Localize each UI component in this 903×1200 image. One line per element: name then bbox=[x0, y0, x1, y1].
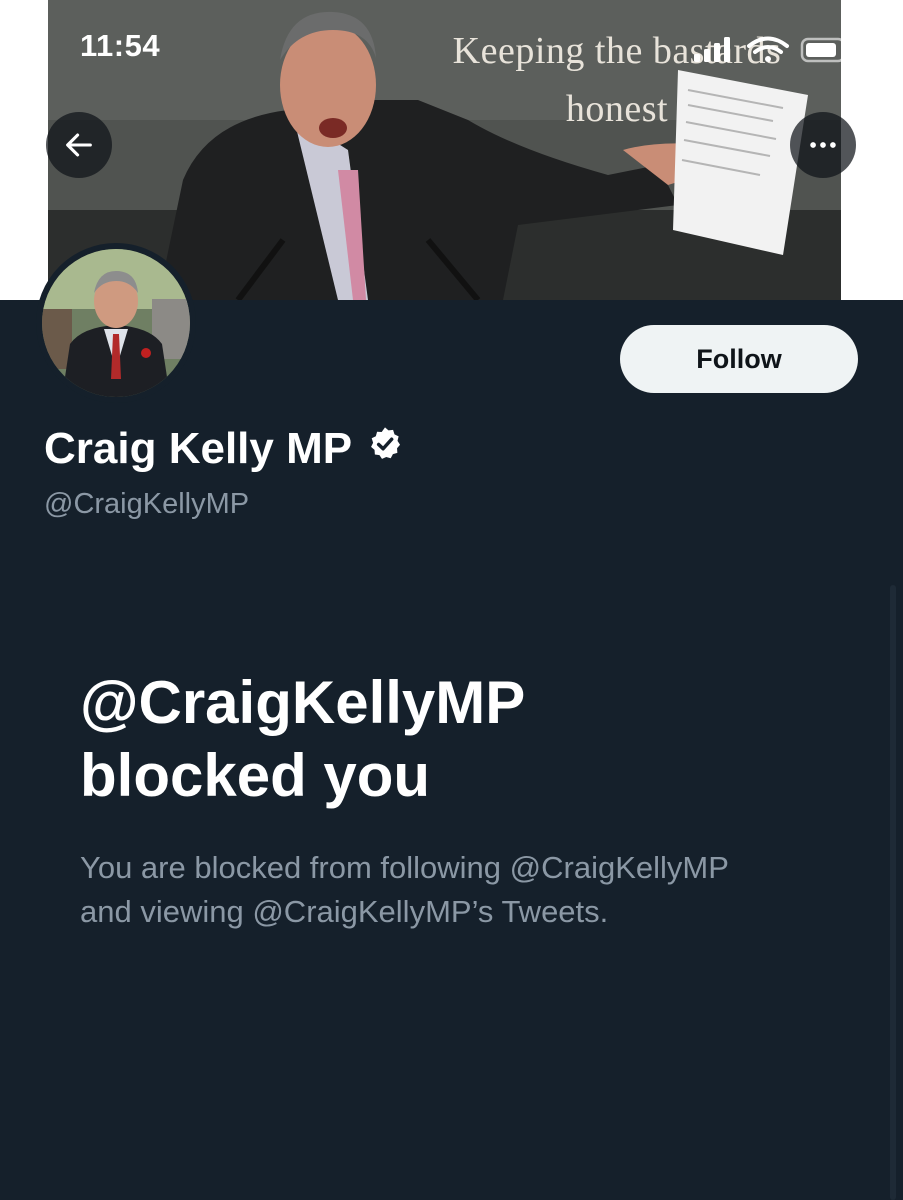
avatar[interactable] bbox=[36, 243, 196, 403]
follow-button[interactable]: Follow bbox=[620, 325, 858, 393]
display-name: Craig Kelly MP bbox=[44, 424, 353, 473]
more-options-button[interactable] bbox=[790, 112, 856, 178]
blocked-title-line2: blocked you bbox=[80, 742, 431, 809]
battery-icon bbox=[800, 37, 850, 63]
blocked-description: You are blocked from following @CraigKel… bbox=[80, 846, 840, 934]
scrollbar[interactable] bbox=[890, 585, 896, 1200]
profile-handle: @CraigKellyMP bbox=[44, 488, 250, 520]
status-bar-time: 11:54 bbox=[80, 28, 161, 63]
arrow-left-icon bbox=[66, 133, 92, 157]
blocked-description-line2: and viewing @CraigKellyMP’s Tweets. bbox=[80, 894, 609, 929]
verified-badge-icon bbox=[366, 424, 404, 474]
cellular-signal-icon bbox=[694, 37, 730, 62]
banner-caption-line2: honest bbox=[565, 88, 669, 130]
blocked-title: @CraigKellyMP blocked you bbox=[80, 666, 860, 812]
wifi-icon bbox=[747, 36, 789, 62]
blocked-description-line1: You are blocked from following @CraigKel… bbox=[80, 850, 729, 885]
more-horizontal-icon bbox=[810, 142, 836, 148]
profile-name-row: Craig Kelly MP bbox=[44, 424, 404, 474]
status-bar-icons bbox=[694, 36, 856, 64]
back-button[interactable] bbox=[46, 112, 112, 178]
blocked-title-line1: @CraigKellyMP bbox=[80, 669, 526, 736]
